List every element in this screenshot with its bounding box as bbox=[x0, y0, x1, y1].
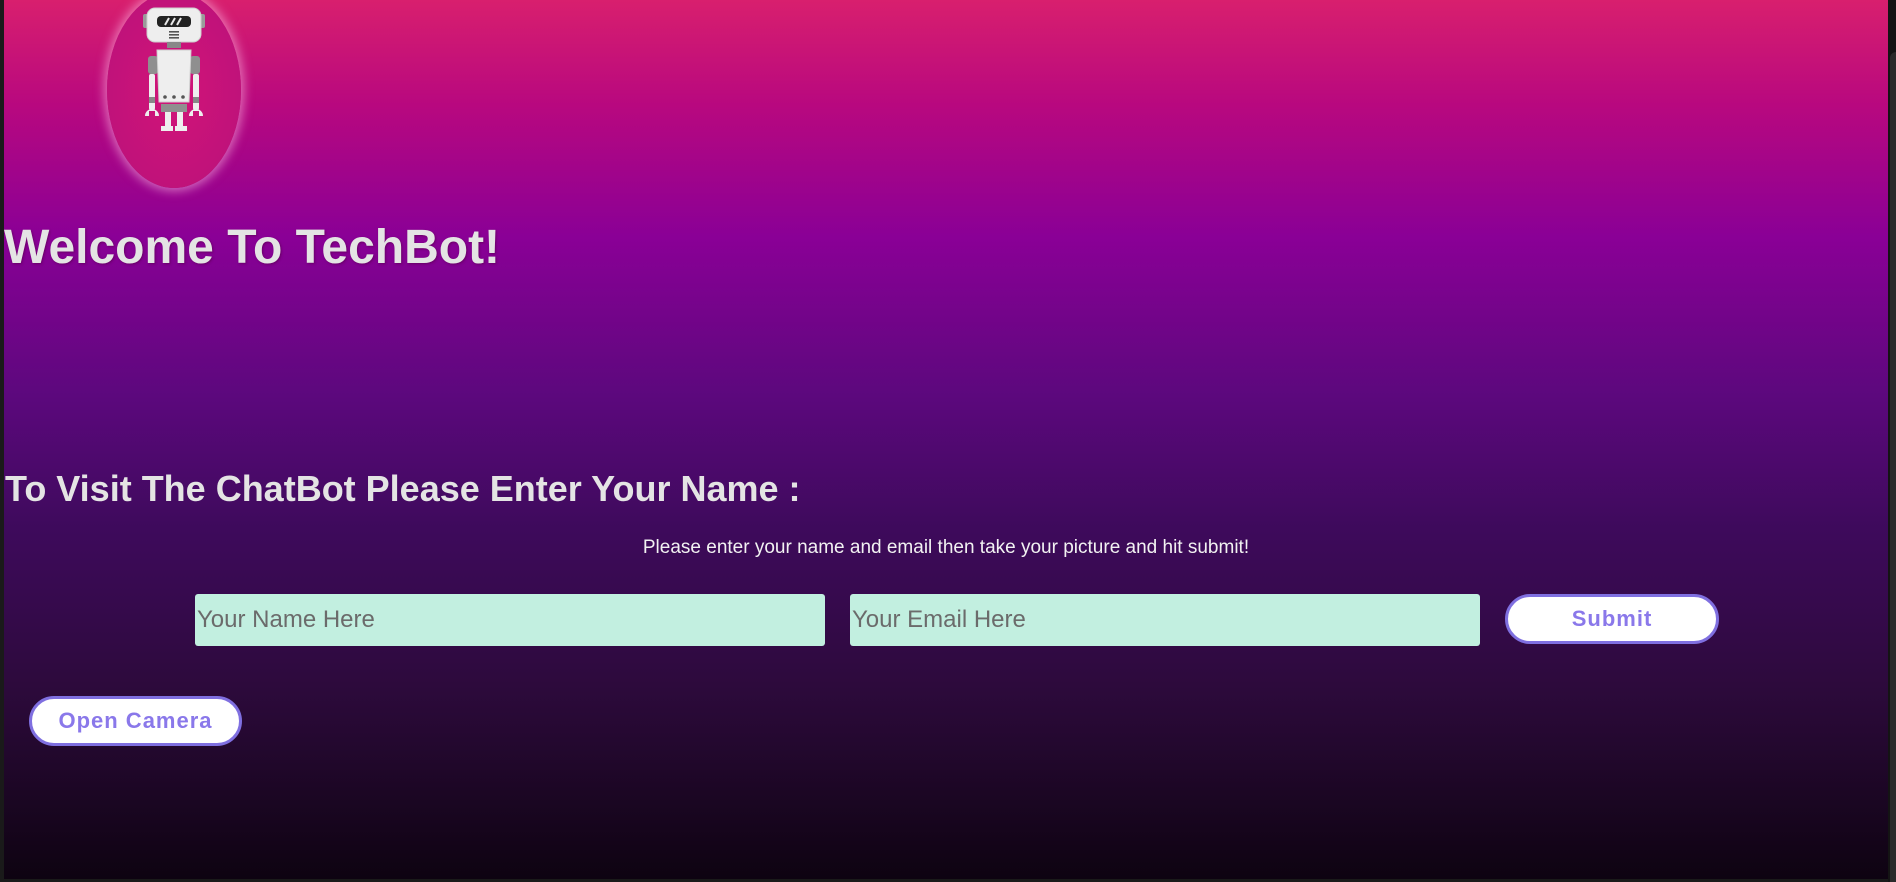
window-edge bbox=[1888, 0, 1896, 882]
page-background: Welcome To TechBot! To Visit The ChatBot… bbox=[4, 0, 1888, 879]
open-camera-button-label: Open Camera bbox=[58, 708, 213, 733]
submit-button[interactable]: Submit bbox=[1505, 594, 1719, 644]
scrollbar[interactable] bbox=[1890, 52, 1896, 882]
robot-icon bbox=[143, 7, 205, 131]
form-heading: To Visit The ChatBot Please Enter Your N… bbox=[5, 468, 801, 509]
welcome-title: Welcome To TechBot! bbox=[4, 221, 501, 274]
name-input[interactable] bbox=[195, 594, 825, 646]
form-instructions: Please enter your name and email then ta… bbox=[642, 537, 1250, 558]
submit-button-label: Submit bbox=[1571, 606, 1653, 631]
open-camera-button[interactable]: Open Camera bbox=[29, 696, 242, 746]
logo bbox=[107, 0, 241, 188]
email-input[interactable] bbox=[850, 594, 1480, 646]
